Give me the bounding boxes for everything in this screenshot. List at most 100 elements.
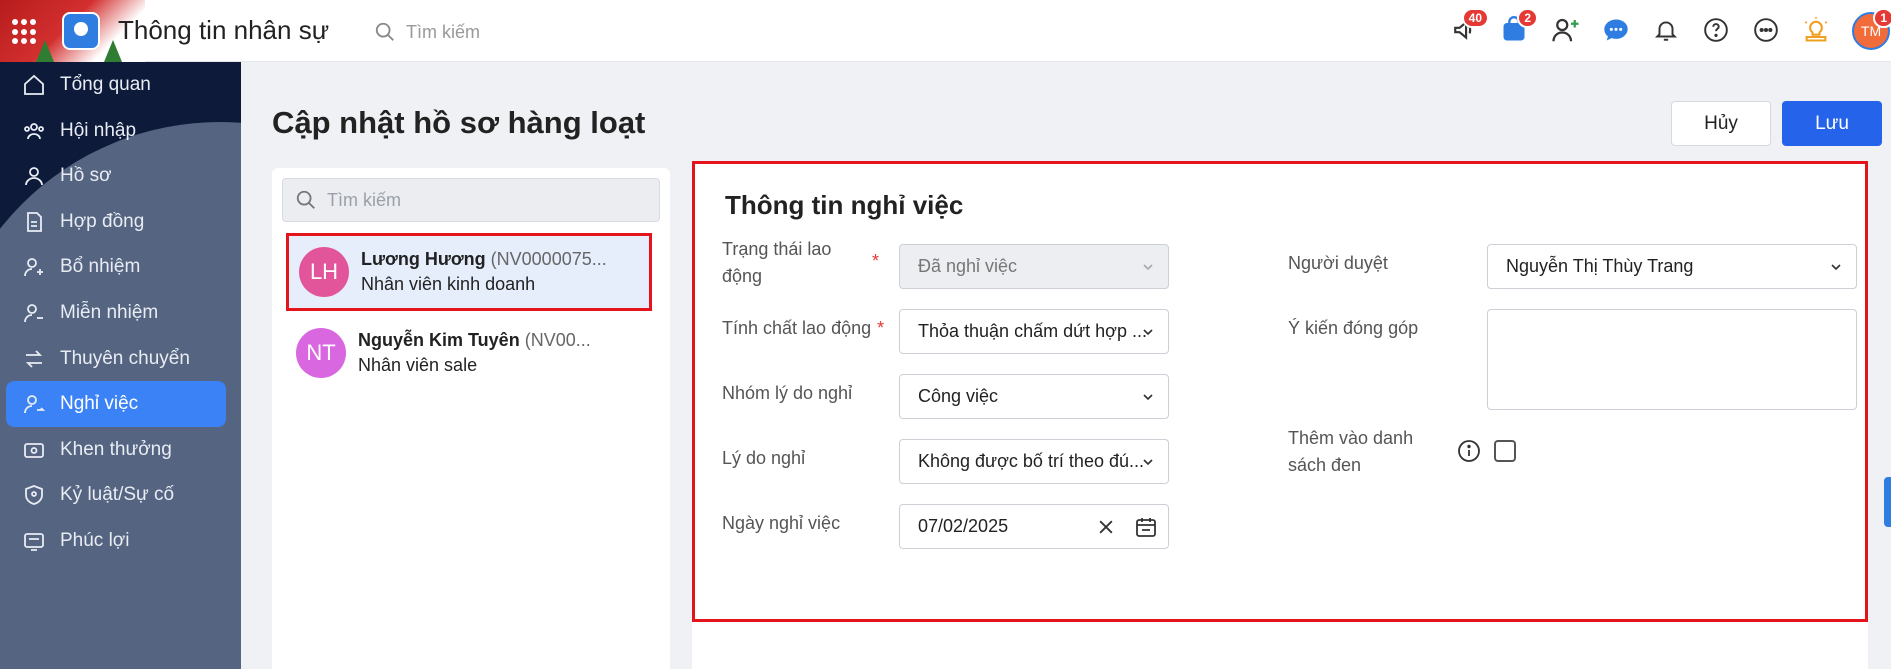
- sidebar-item-label: Phúc lợi: [60, 530, 130, 551]
- user-icon: [25, 167, 43, 186]
- sidebar-item[interactable]: Bổ nhiệm: [6, 244, 226, 290]
- feedback-label: Ý kiến đóng góp: [1288, 318, 1419, 338]
- sidebar-item-label: Hồ sơ: [60, 165, 112, 187]
- reward-icon: [24, 442, 44, 458]
- document-icon: [27, 211, 42, 232]
- employment-status-select: Đã nghỉ việc: [899, 244, 1169, 289]
- shield-icon: [25, 485, 43, 506]
- reason-label: Lý do nghỉ: [722, 448, 806, 468]
- chevron-down-icon: [1143, 329, 1153, 336]
- user-avatar[interactable]: TM 1: [1852, 8, 1891, 50]
- resignation-form-panel: Thông tin nghỉ việc Trạng thái lao động …: [692, 161, 1868, 622]
- top-bar: Thông tin nhân sự Tìm kiếm 40 2 TM 1: [0, 0, 1891, 62]
- sidebar-item-label: Hội nhập: [60, 119, 137, 141]
- reason-group-select[interactable]: Công việc: [899, 374, 1169, 419]
- more-icon: [1754, 18, 1778, 42]
- sidebar-item-label: Tổng quan: [60, 74, 151, 95]
- home-icon: [24, 74, 44, 95]
- info-icon[interactable]: [1457, 439, 1481, 463]
- app-title: Thông tin nhân sự: [118, 15, 330, 45]
- cart-button[interactable]: 2: [1496, 8, 1538, 48]
- sidebar-item[interactable]: Tổng quan: [6, 62, 226, 108]
- sidebar-item[interactable]: Miễn nhiệm: [6, 290, 226, 336]
- side-feedback-tab[interactable]: [1884, 477, 1891, 527]
- resignation-date-input[interactable]: 07/02/2025: [899, 504, 1169, 549]
- employment-nature-label: Tính chất lao động *: [722, 318, 885, 338]
- global-search[interactable]: Tìm kiếm: [374, 18, 480, 46]
- app-logo: [62, 12, 100, 50]
- avatar-badge: 1: [1873, 8, 1891, 28]
- chevron-down-icon: [1831, 264, 1841, 271]
- section-title: Thông tin nghỉ việc: [725, 190, 964, 220]
- sidebar-item-label: Bổ nhiệm: [60, 256, 141, 278]
- employee-role: Nhân viên kinh doanh: [361, 274, 536, 294]
- employee-name: Nguyễn Kim Tuyên: [358, 330, 520, 350]
- help-button[interactable]: [1698, 12, 1734, 48]
- calendar-icon[interactable]: [1134, 515, 1158, 539]
- save-button[interactable]: Lưu: [1782, 101, 1882, 146]
- more-button[interactable]: [1748, 12, 1784, 48]
- sidebar-item-label: Hợp đồng: [60, 210, 145, 232]
- approver-label: Người duyệt: [1288, 253, 1388, 273]
- sidebar-item[interactable]: Hội nhập: [6, 108, 226, 154]
- employee-list-item[interactable]: NT Nguyễn Kim Tuyên (NV00... Nhân viên s…: [286, 314, 652, 392]
- tree-decoration: [36, 40, 54, 62]
- form-panel-bottom: [692, 622, 1868, 669]
- search-icon: [375, 22, 394, 41]
- announcement-badge: 40: [1461, 8, 1489, 28]
- sidebar-item-label: Miễn nhiệm: [60, 302, 159, 323]
- sidebar: Tổng quan Hội nhập Hồ sơ Hợp đồng Bổ nhiệm Mi…: [0, 62, 241, 669]
- reason-select[interactable]: Không được bố trí theo đú...: [899, 439, 1169, 484]
- user-minus-icon: [24, 304, 43, 323]
- sidebar-item[interactable]: Phúc lợi: [6, 518, 226, 564]
- add-user-button[interactable]: [1548, 12, 1584, 48]
- ideas-button[interactable]: [1798, 12, 1834, 48]
- notification-button[interactable]: [1648, 12, 1684, 48]
- cancel-button[interactable]: Hủy: [1671, 101, 1771, 146]
- sidebar-item[interactable]: Hồ sơ: [6, 153, 226, 199]
- benefit-icon: [24, 533, 44, 551]
- transfer-icon: [25, 349, 43, 368]
- search-icon: [296, 190, 315, 209]
- lightbulb-icon: [1804, 17, 1828, 42]
- page-title: Cập nhật hồ sơ hàng loạt: [272, 105, 646, 140]
- employee-role: Nhân viên sale: [358, 355, 478, 375]
- chat-icon: [1604, 19, 1628, 41]
- clear-icon[interactable]: [1096, 517, 1116, 537]
- sidebar-item-label: Kỷ luật/Sự cố: [60, 484, 175, 506]
- employment-status-label: Trạng thái lao động: [722, 239, 832, 286]
- chat-button[interactable]: [1598, 12, 1634, 48]
- users-icon: [24, 122, 44, 139]
- blacklist-label: Thêm vào danh sách đen: [1288, 428, 1414, 475]
- sidebar-item-label: Khen thưởng: [60, 438, 172, 460]
- employee-list-item[interactable]: LH Lương Hương (NV0000075... Nhân viên k…: [286, 233, 652, 311]
- employment-nature-select[interactable]: Thỏa thuận chấm dứt hợp ...: [899, 309, 1169, 354]
- sidebar-item-label: Nghỉ việc: [60, 393, 139, 415]
- employee-avatar: LH: [299, 247, 349, 297]
- blacklist-checkbox[interactable]: [1494, 440, 1516, 462]
- sidebar-item[interactable]: Kỷ luật/Sự cố: [6, 472, 226, 518]
- apps-grid-icon[interactable]: [12, 19, 38, 45]
- employee-avatar: NT: [296, 328, 346, 378]
- employee-list-panel: Tìm kiếm LH Lương Hương (NV0000075... Nh…: [272, 168, 670, 669]
- employee-code: (NV0000075...: [490, 249, 607, 269]
- feedback-textarea[interactable]: [1487, 309, 1857, 410]
- sidebar-item[interactable]: Thuyên chuyển: [6, 336, 226, 382]
- sidebar-item[interactable]: Nghỉ việc: [6, 381, 226, 428]
- required-marker: *: [872, 251, 880, 271]
- announcement-button[interactable]: 40: [1447, 8, 1489, 48]
- user-plus-icon: [24, 258, 43, 277]
- employee-code: (NV00...: [524, 330, 591, 350]
- chevron-down-icon: [1143, 394, 1153, 401]
- approver-select[interactable]: Nguyễn Thị Thùy Trang: [1487, 244, 1857, 289]
- employee-search-input[interactable]: Tìm kiếm: [282, 178, 660, 222]
- chevron-down-icon: [1143, 459, 1153, 466]
- reason-group-label: Nhóm lý do nghỉ: [722, 383, 853, 403]
- sidebar-item[interactable]: Khen thưởng: [6, 427, 226, 473]
- cart-badge: 2: [1517, 8, 1538, 28]
- bell-icon: [1654, 21, 1678, 41]
- chevron-down-icon: [1143, 264, 1153, 271]
- sidebar-item[interactable]: Hợp đồng: [6, 199, 226, 245]
- sidebar-item-label: Thuyên chuyển: [60, 347, 190, 369]
- employee-search-placeholder: Tìm kiếm: [327, 189, 401, 210]
